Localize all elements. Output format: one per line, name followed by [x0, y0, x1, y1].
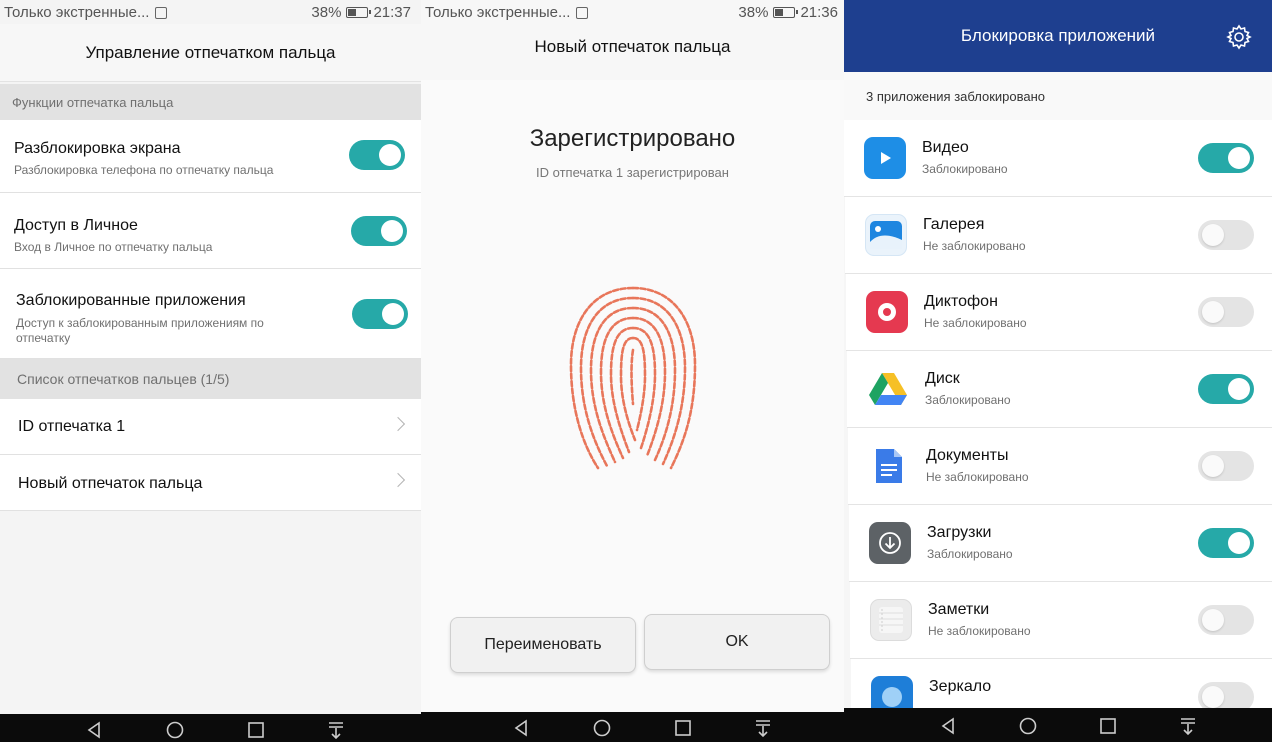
recents-icon[interactable] — [673, 718, 693, 738]
battery-percent: 38% — [311, 3, 342, 21]
battery-percent: 38% — [738, 3, 769, 21]
setting-title: Разблокировка экрана — [14, 140, 181, 157]
carrier-text: Только экстренные... — [4, 3, 150, 21]
screen-unlock-toggle[interactable] — [349, 140, 405, 170]
app-row[interactable]: Диск Заблокировано — [847, 351, 1272, 428]
carrier-text: Только экстренные... — [425, 3, 571, 21]
notification-pulldown-icon[interactable] — [1178, 716, 1198, 736]
recorder-icon — [866, 291, 908, 333]
page-title: Управление отпечатком пальца — [0, 24, 421, 82]
sim-icon — [155, 7, 168, 19]
app-lock-toggle[interactable] — [1198, 451, 1254, 481]
gallery-icon — [865, 214, 907, 256]
app-lock-toggle[interactable] — [1198, 297, 1254, 327]
back-icon[interactable] — [84, 720, 104, 740]
new-fingerprint-screen: Только экстренные... 38% 21:36 Новый отп… — [421, 0, 844, 742]
app-lock-toggle[interactable] — [1198, 143, 1254, 173]
notification-pulldown-icon[interactable] — [753, 718, 773, 738]
app-lock-toggle[interactable] — [1198, 528, 1254, 558]
clock: 21:36 — [800, 3, 838, 21]
chevron-right-icon — [390, 472, 406, 488]
locked-apps-toggle[interactable] — [352, 299, 408, 329]
gear-icon[interactable] — [1226, 24, 1252, 50]
app-row[interactable]: Диктофон Не заблокировано — [846, 274, 1272, 351]
app-row[interactable]: Документы Не заблокировано — [848, 428, 1272, 505]
app-name: Заметки — [928, 601, 990, 618]
page-title: Блокировка приложений — [960, 26, 1156, 45]
app-row[interactable]: Заметки Не заблокировано — [850, 582, 1272, 659]
app-name: Загрузки — [927, 524, 992, 541]
registered-heading: Зарегистрировано — [529, 125, 736, 152]
section-header-fingerprint-list: Список отпечатков пальцев (1/5) — [0, 359, 421, 399]
setting-subtitle: Разблокировка телефона по отпечатку паль… — [14, 163, 274, 177]
app-lock-status: Заблокировано — [925, 393, 1011, 407]
rename-button[interactable]: Переименовать — [450, 617, 636, 673]
navigation-bar — [844, 708, 1272, 742]
app-lock-header: Блокировка приложений — [844, 0, 1272, 72]
app-lock-status: Не заблокировано — [923, 239, 1026, 253]
app-lock-toggle[interactable] — [1198, 220, 1254, 250]
app-lock-toggle[interactable] — [1198, 605, 1254, 635]
status-bar: Только экстренные... 38% 21:37 — [0, 0, 421, 24]
navigation-bar — [421, 712, 844, 742]
downloads-icon — [869, 522, 911, 564]
back-icon[interactable] — [511, 718, 531, 738]
drive-icon — [867, 368, 909, 410]
new-fingerprint-label: Новый отпечаток пальца — [18, 475, 203, 492]
app-lock-status: Не заблокировано — [926, 470, 1029, 484]
sim-icon — [576, 7, 589, 19]
clock: 21:37 — [373, 3, 411, 21]
setting-title: Заблокированные приложения — [16, 292, 246, 309]
app-lock-screen: Блокировка приложений 3 приложения забло… — [844, 0, 1272, 742]
setting-row-screen-unlock[interactable]: Разблокировка экрана Разблокировка телеф… — [0, 120, 421, 193]
setting-subtitle: Вход в Личное по отпечатку пальца — [14, 240, 213, 254]
battery-icon — [773, 6, 799, 18]
app-lock-toggle[interactable] — [1198, 374, 1254, 404]
fingerprint-label: ID отпечатка 1 — [18, 418, 126, 435]
fingerprint-item[interactable]: ID отпечатка 1 — [0, 399, 421, 455]
video-icon — [864, 137, 906, 179]
private-access-toggle[interactable] — [351, 216, 407, 246]
app-row[interactable]: Галерея Не заблокировано — [845, 197, 1272, 274]
recents-icon[interactable] — [246, 720, 266, 740]
setting-subtitle: Доступ к заблокированным приложениям по … — [16, 316, 264, 345]
setting-row-locked-apps[interactable]: Заблокированные приложения Доступ к забл… — [0, 269, 421, 359]
app-name: Зеркало — [929, 678, 992, 695]
navigation-bar — [0, 714, 421, 742]
fingerprint-management-screen: Только экстренные... 38% 21:37 Управлени… — [0, 0, 421, 742]
recents-icon[interactable] — [1098, 716, 1118, 736]
home-icon[interactable] — [165, 720, 185, 740]
notification-pulldown-icon[interactable] — [326, 720, 346, 740]
home-icon[interactable] — [592, 718, 612, 738]
app-lock-status: Заблокировано — [927, 547, 1013, 561]
app-name: Диктофон — [924, 293, 998, 310]
docs-icon — [868, 445, 910, 487]
new-fingerprint-item[interactable]: Новый отпечаток пальца — [0, 455, 421, 511]
app-lock-status: Не заблокировано — [928, 624, 1031, 638]
chevron-right-icon — [390, 416, 406, 432]
app-row[interactable]: Загрузки Заблокировано — [849, 505, 1272, 582]
app-name: Видео — [922, 139, 969, 156]
section-header-functions: Функции отпечатка пальца — [0, 84, 421, 120]
locked-count-label: 3 приложения заблокировано — [844, 72, 1272, 122]
registered-message: ID отпечатка 1 зарегистрирован — [536, 165, 729, 180]
back-icon[interactable] — [938, 716, 958, 736]
app-name: Диск — [925, 370, 960, 387]
home-icon[interactable] — [1018, 716, 1038, 736]
setting-row-private-access[interactable]: Доступ в Личное Вход в Личное по отпечат… — [0, 193, 421, 269]
page-title: Новый отпечаток пальца — [421, 20, 844, 74]
app-name: Галерея — [923, 216, 985, 233]
ok-button[interactable]: OK — [644, 614, 830, 670]
app-lock-status: Не заблокировано — [924, 316, 1027, 330]
notes-icon — [870, 599, 912, 641]
app-row[interactable]: Видео Заблокировано — [844, 120, 1272, 197]
battery-icon — [346, 6, 372, 18]
setting-title: Доступ в Личное — [14, 217, 138, 234]
app-lock-status: Заблокировано — [922, 162, 1008, 176]
app-name: Документы — [926, 447, 1009, 464]
fingerprint-icon — [569, 286, 697, 470]
